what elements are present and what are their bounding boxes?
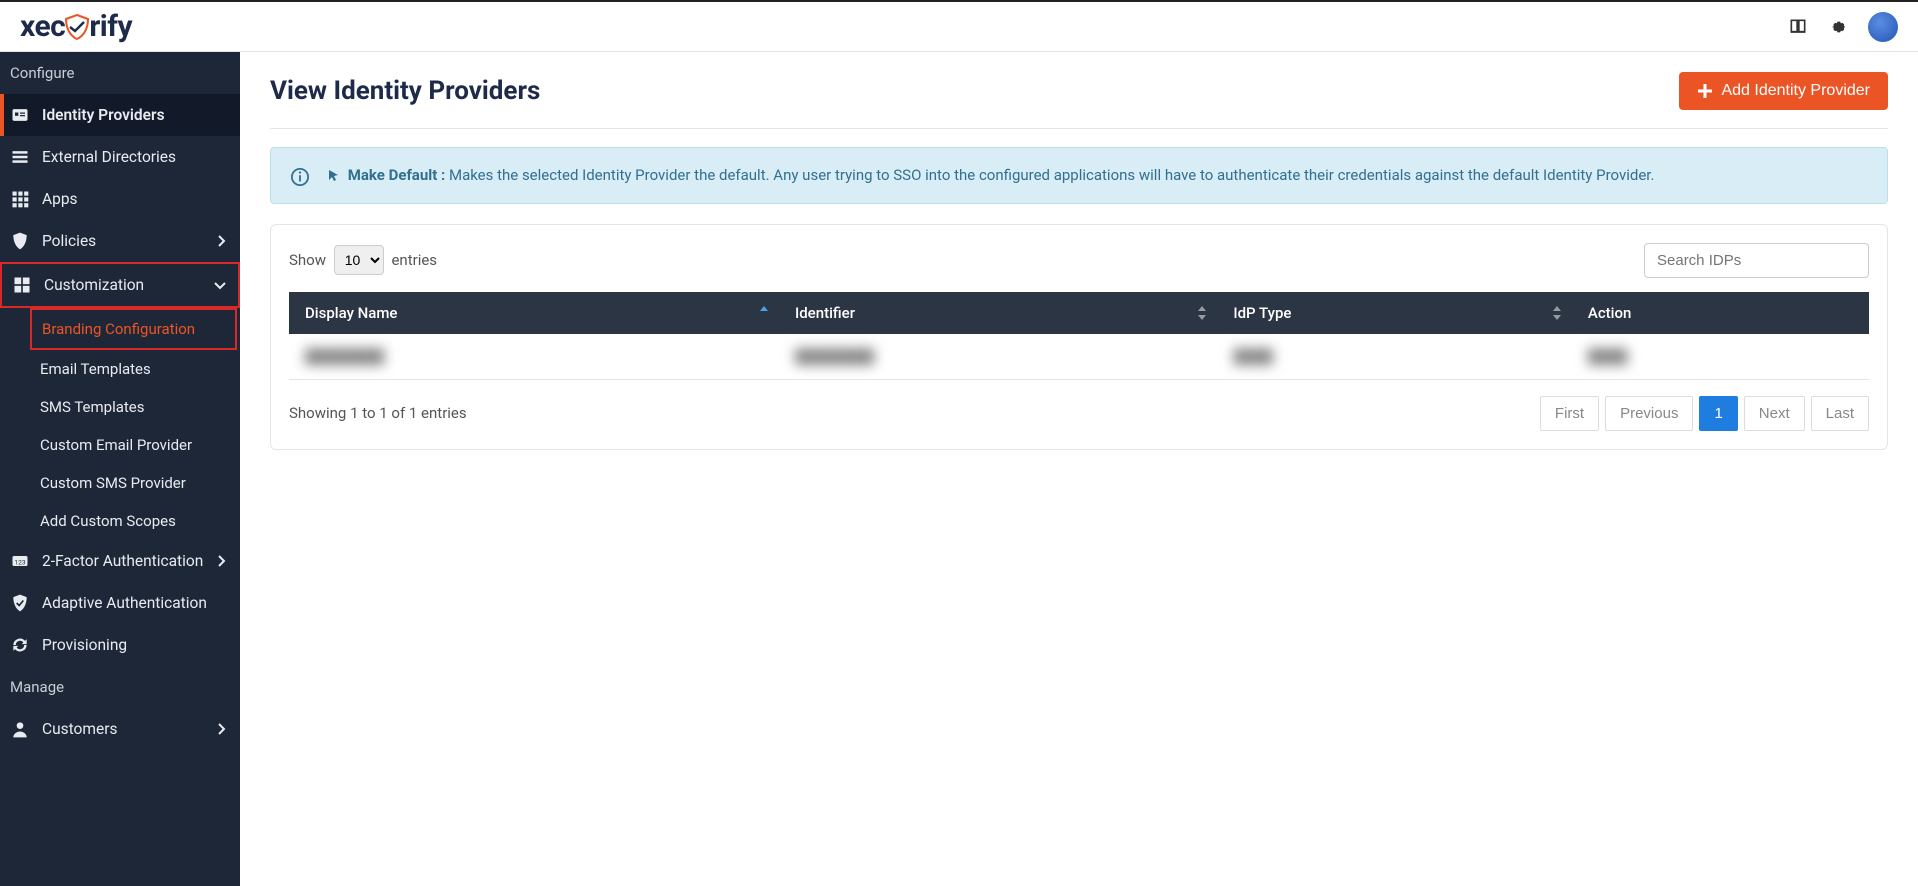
sidebar-item-policies[interactable]: Policies: [0, 220, 240, 262]
cursor-icon: [327, 169, 341, 183]
button-label: Add Identity Provider: [1721, 82, 1870, 100]
info-banner: Make Default : Makes the selected Identi…: [270, 147, 1888, 204]
pager-page-button[interactable]: 1: [1699, 396, 1737, 431]
sidebar-subitem-custom-sms-provider[interactable]: Custom SMS Provider: [0, 464, 240, 502]
sidebar-label: Identity Providers: [42, 106, 165, 124]
sidebar-subitem-custom-email-provider[interactable]: Custom Email Provider: [0, 426, 240, 464]
topbar: xec rify: [0, 0, 1918, 52]
puzzle-icon: [12, 275, 32, 295]
section-configure: Configure: [0, 52, 240, 94]
table-row[interactable]: ████████ ████████ ████ ████: [289, 334, 1869, 380]
info-icon: [291, 168, 309, 186]
sidebar-label: External Directories: [42, 148, 176, 166]
chevron-down-icon: [214, 279, 226, 291]
sidebar-label: Customers: [42, 720, 117, 738]
info-label: Make Default :: [348, 166, 446, 184]
sidebar-label: Apps: [42, 190, 78, 208]
sidebar-item-external-directories[interactable]: External Directories: [0, 136, 240, 178]
cell-action: ████: [1588, 349, 1628, 365]
sidebar-label: Provisioning: [42, 636, 127, 654]
cell-display-name: ████████: [305, 349, 384, 365]
sidebar-subitem-email-templates[interactable]: Email Templates: [0, 350, 240, 388]
sidebar-item-provisioning[interactable]: Provisioning: [0, 624, 240, 666]
page-title: View Identity Providers: [270, 76, 540, 106]
entries-control: Show 10 entries: [289, 245, 437, 275]
add-identity-provider-button[interactable]: Add Identity Provider: [1679, 72, 1888, 110]
topbar-actions: [1788, 12, 1898, 42]
sidebar-label: 2-Factor Authentication: [42, 552, 203, 570]
main-content: View Identity Providers Add Identity Pro…: [240, 52, 1918, 886]
chevron-right-icon: [216, 723, 228, 735]
sidebar-item-2fa[interactable]: 123 2-Factor Authentication: [0, 540, 240, 582]
show-label: Show: [289, 251, 326, 269]
plus-icon: [1697, 83, 1713, 99]
sort-icon: [1197, 306, 1207, 320]
idp-table: Display Name Identifier IdP Type Ac: [289, 292, 1869, 380]
table-summary: Showing 1 to 1 of 1 entries: [289, 404, 467, 422]
pager-prev-button[interactable]: Previous: [1605, 396, 1693, 431]
sidebar-subitem-add-custom-scopes[interactable]: Add Custom Scopes: [0, 502, 240, 540]
info-text: Makes the selected Identity Provider the…: [449, 166, 1654, 184]
cell-identifier: ████████: [795, 349, 874, 365]
keypad-icon: 123: [10, 551, 30, 571]
section-manage: Manage: [0, 666, 240, 708]
cell-idp-type: ████: [1233, 349, 1273, 365]
col-idp-type[interactable]: IdP Type: [1217, 292, 1572, 334]
grid-icon: [10, 189, 30, 209]
sidebar-item-adaptive-auth[interactable]: Adaptive Authentication: [0, 582, 240, 624]
list-icon: [10, 147, 30, 167]
sidebar-label: Policies: [42, 232, 96, 250]
brand-logo[interactable]: xec rify: [20, 2, 132, 51]
person-icon: [10, 719, 30, 739]
col-action: Action: [1572, 292, 1869, 334]
pager-last-button[interactable]: Last: [1811, 396, 1869, 431]
sync-icon: [10, 635, 30, 655]
chevron-right-icon: [216, 555, 228, 567]
svg-text:123: 123: [14, 558, 25, 566]
sidebar-item-customization[interactable]: Customization: [2, 264, 238, 306]
sidebar-item-customers[interactable]: Customers: [0, 708, 240, 750]
shield-q-icon: [10, 231, 30, 251]
pagination: First Previous 1 Next Last: [1540, 396, 1869, 431]
col-display-name[interactable]: Display Name: [289, 292, 779, 334]
sidebar-item-apps[interactable]: Apps: [0, 178, 240, 220]
sidebar-label: Adaptive Authentication: [42, 594, 207, 612]
sidebar-subitem-branding[interactable]: Branding Configuration: [32, 310, 235, 348]
gear-icon[interactable]: [1828, 17, 1848, 37]
sidebar-item-identity-providers[interactable]: Identity Providers: [0, 94, 240, 136]
chevron-right-icon: [216, 235, 228, 247]
col-identifier[interactable]: Identifier: [779, 292, 1217, 334]
id-card-icon: [10, 105, 30, 125]
idp-table-card: Show 10 entries Display Name: [270, 224, 1888, 450]
sidebar-subitem-sms-templates[interactable]: SMS Templates: [0, 388, 240, 426]
shield-check-icon: [10, 593, 30, 613]
sidebar: Configure Identity Providers External Di…: [0, 52, 240, 886]
sort-asc-icon: [759, 306, 769, 320]
page-header: View Identity Providers Add Identity Pro…: [270, 72, 1888, 129]
pager-next-button[interactable]: Next: [1744, 396, 1805, 431]
pager-first-button[interactable]: First: [1540, 396, 1599, 431]
entries-select[interactable]: 10: [334, 245, 384, 275]
shield-icon: [64, 14, 90, 40]
avatar[interactable]: [1868, 12, 1898, 42]
sort-icon: [1552, 306, 1562, 320]
search-input[interactable]: [1644, 243, 1869, 278]
sidebar-label: Customization: [44, 276, 144, 294]
entries-label: entries: [391, 251, 437, 269]
book-icon[interactable]: [1788, 17, 1808, 37]
